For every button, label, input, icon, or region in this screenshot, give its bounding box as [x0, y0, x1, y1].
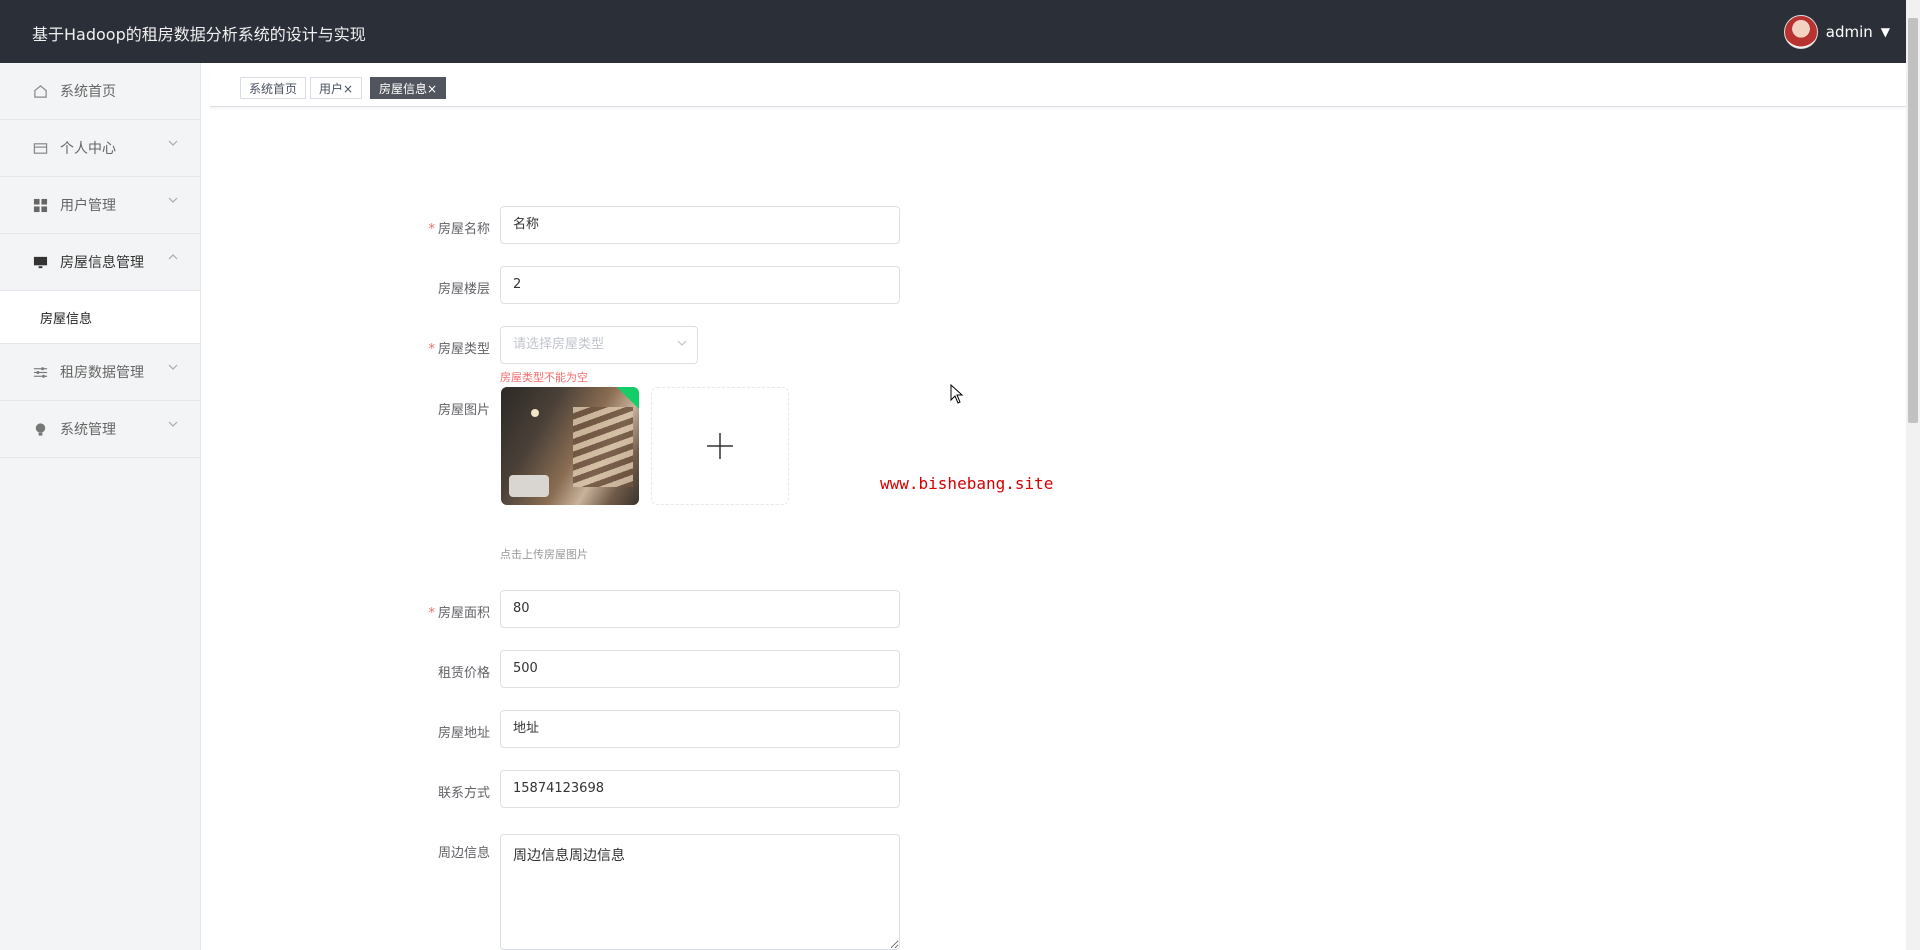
rent-price-input[interactable]: 500 [500, 650, 900, 688]
chevron-down-icon [168, 138, 178, 151]
chevron-down-icon [168, 362, 178, 375]
plus-icon [707, 433, 733, 459]
sidebar-item-system-management[interactable]: 系统管理 [0, 401, 200, 458]
chevron-down-icon [168, 419, 178, 432]
house-floor-label: 房屋楼层 [437, 282, 490, 297]
scrollbar-thumb[interactable] [1908, 18, 1918, 423]
wallet-icon [32, 140, 48, 156]
chevron-down-icon [168, 195, 178, 208]
user-name[interactable]: admin [1826, 23, 1873, 41]
house-area-label: * 房屋面积 [428, 606, 490, 621]
grid-icon [32, 197, 48, 213]
required-mark: * [428, 606, 435, 621]
house-name-label: * 房屋名称 [428, 222, 490, 237]
sidebar-subitem-house-info[interactable]: 房屋信息 [0, 291, 200, 344]
bulb-icon [32, 421, 48, 437]
sidebar-item-label: 租房数据管理 [60, 365, 144, 381]
upload-hint: 点击上传房屋图片 [500, 548, 588, 561]
house-name-input[interactable]: 名称 [500, 206, 900, 244]
house-type-select[interactable]: 请选择房屋类型 [500, 326, 698, 364]
required-mark: * [428, 222, 435, 237]
house-type-placeholder: 请选择房屋类型 [513, 337, 605, 352]
sidebar-item-user-management[interactable]: 用户管理 [0, 177, 200, 234]
house-type-error: 房屋类型不能为空 [500, 371, 588, 384]
sidebar-item-personal-center[interactable]: 个人中心 [0, 120, 200, 177]
rent-price-label: 租赁价格 [437, 666, 490, 681]
sidebar: 系统首页 个人中心 用户管理 房屋信息管理 房屋信息 租房数据管理 系统管理 [0, 63, 201, 950]
sidebar-item-label: 系统管理 [60, 422, 116, 438]
required-mark: * [428, 342, 435, 357]
sidebar-item-house-info-management[interactable]: 房屋信息管理 [0, 234, 200, 291]
watermark-text: www.bishebang.site [880, 474, 1054, 493]
upload-success-icon [617, 387, 639, 409]
chevron-up-icon [168, 252, 178, 265]
user-menu[interactable]: admin ▼ [1783, 15, 1890, 49]
contact-label: 联系方式 [437, 786, 490, 801]
top-header: 基于Hadoop的租房数据分析系统的设计与实现 admin ▼ [0, 0, 1920, 63]
mouse-cursor-icon [950, 383, 964, 408]
sidebar-item-label: 房屋信息管理 [60, 255, 144, 271]
sidebar-item-label: 系统首页 [60, 84, 116, 100]
sidebar-item-label: 用户管理 [60, 198, 116, 214]
house-image-label: 房屋图片 [437, 403, 490, 418]
tab-house-info[interactable]: 房屋信息× [370, 77, 447, 99]
house-area-input[interactable]: 80 [500, 590, 900, 628]
surroundings-label: 周边信息 [437, 846, 490, 861]
caret-down-icon[interactable]: ▼ [1881, 25, 1890, 39]
house-address-label: 房屋地址 [437, 726, 490, 741]
tags-view-bar: 系统首页 用户× 房屋信息× [210, 72, 1906, 107]
house-address-input[interactable]: 地址 [500, 710, 900, 748]
surroundings-textarea[interactable] [500, 834, 900, 950]
house-type-label: * 房屋类型 [428, 342, 490, 357]
avatar[interactable] [1783, 15, 1818, 49]
monitor-icon [32, 254, 48, 270]
chevron-down-icon [677, 327, 687, 363]
sliders-icon [32, 364, 48, 380]
sidebar-item-rental-data-management[interactable]: 租房数据管理 [0, 344, 200, 401]
sidebar-item-label: 个人中心 [60, 141, 116, 157]
page-scrollbar[interactable] [1906, 0, 1920, 950]
house-floor-input[interactable]: 2 [500, 266, 900, 304]
tab-system-home[interactable]: 系统首页 [240, 77, 307, 99]
image-upload-button[interactable] [651, 387, 789, 505]
home-icon [32, 83, 48, 99]
uploaded-house-image[interactable] [501, 387, 639, 505]
sidebar-item-home[interactable]: 系统首页 [0, 63, 200, 120]
app-title: 基于Hadoop的租房数据分析系统的设计与实现 [32, 25, 366, 44]
contact-input[interactable]: 15874123698 [500, 770, 900, 808]
tab-user[interactable]: 用户× [310, 77, 363, 99]
